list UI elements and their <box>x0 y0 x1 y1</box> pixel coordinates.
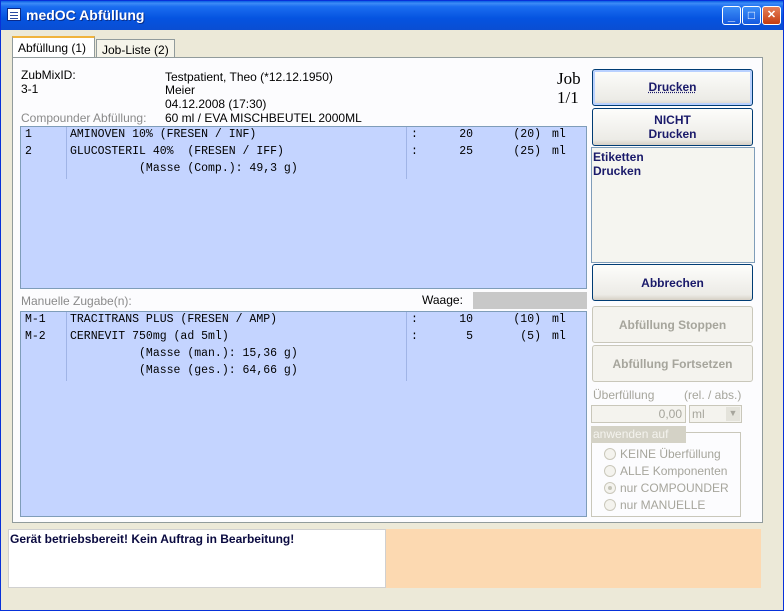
app-icon <box>7 8 21 21</box>
chevron-down-icon: ▼ <box>726 407 740 421</box>
anwenden-label: anwenden auf <box>591 426 686 443</box>
doctor-name: Meier <box>165 83 196 97</box>
window-title: medOC Abfüllung <box>26 7 145 23</box>
ueberfuellung-unit-select[interactable]: ml ▼ <box>689 405 742 423</box>
item-amount: 5 <box>466 330 473 343</box>
item-name: (Masse (Comp.): 49,3 g) <box>70 162 298 175</box>
zubmix-value: 3-1 <box>21 82 39 96</box>
drucken-label: Drucken <box>648 80 697 94</box>
radio-compounder[interactable] <box>604 482 616 494</box>
nicht-drucken-label: Drucken <box>648 127 697 141</box>
compounder-value: 60 ml / EVA MISCHBEUTEL 2000ML <box>165 111 362 125</box>
radio-manuelle-label: nur MANUELLE <box>620 498 706 512</box>
compounder-list[interactable]: 1 AMINOVEN 10% (FRESEN / INF) : 20 (20) … <box>20 126 587 289</box>
item-sep: : <box>411 128 418 141</box>
item-sep: : <box>411 330 418 343</box>
item-pos: 1 <box>25 128 32 141</box>
etiketten-label: Etiketten <box>593 150 644 164</box>
item-amount: 10 <box>459 313 473 326</box>
status-message-box: Gerät betriebsbereit! Kein Auftrag in Be… <box>8 529 386 588</box>
item-target: (20) <box>513 128 541 141</box>
tab-abfuellung[interactable]: Abfüllung (1) <box>12 36 95 58</box>
tab-job-liste[interactable]: Job-Liste (2) <box>96 39 175 59</box>
drucken-button[interactable]: Drucken <box>592 69 753 106</box>
abbrechen-label: Abbrechen <box>641 276 704 290</box>
fortsetzen-button[interactable]: Abfüllung Fortsetzen <box>592 345 753 382</box>
job-label: Job <box>557 69 581 88</box>
radio-keine[interactable] <box>604 448 616 460</box>
item-amount: 25 <box>459 145 473 158</box>
item-unit: ml <box>552 145 566 158</box>
item-amount: 20 <box>459 128 473 141</box>
radio-alle[interactable] <box>604 465 616 477</box>
item-unit: ml <box>552 128 566 141</box>
item-target: (25) <box>513 145 541 158</box>
item-pos: M-1 <box>25 313 46 326</box>
item-name: CERNEVIT 750mg (ad 5ml) <box>70 330 229 343</box>
waage-label: Waage: <box>422 293 463 307</box>
title-bar[interactable]: medOC Abfüllung _ □ ✕ <box>1 1 783 30</box>
status-indicator-panel <box>386 529 761 588</box>
status-message: Gerät betriebsbereit! Kein Auftrag in Be… <box>10 532 295 546</box>
application-window: medOC Abfüllung _ □ ✕ Abfüllung (1) Job-… <box>0 0 784 611</box>
etiketten-drucken-label: Drucken <box>593 164 642 178</box>
waage-display <box>473 292 587 309</box>
manual-label: Manuelle Zugabe(n): <box>21 294 132 308</box>
maximize-button[interactable]: □ <box>742 6 761 25</box>
item-sep: : <box>411 145 418 158</box>
fortsetzen-label: Abfüllung Fortsetzen <box>612 357 733 371</box>
radio-keine-label: KEINE Überfüllung <box>620 447 721 461</box>
nicht-drucken-button[interactable]: NICHT Drucken <box>592 108 753 146</box>
manual-list[interactable]: M-1 TRACITRANS PLUS (FRESEN / AMP) : 10 … <box>20 311 587 517</box>
stoppen-label: Abfüllung Stoppen <box>618 318 727 332</box>
ueberfuellung-label: Überfüllung <box>593 388 655 402</box>
item-unit: ml <box>552 330 566 343</box>
item-unit: ml <box>552 313 566 326</box>
abbrechen-button[interactable]: Abbrechen <box>592 264 753 301</box>
unit-value: ml <box>692 407 705 421</box>
compounder-label: Compounder Abfüllung: <box>21 111 147 125</box>
order-datetime: 04.12.2008 (17:30) <box>165 97 267 111</box>
item-name: TRACITRANS PLUS (FRESEN / AMP) <box>70 313 278 326</box>
stoppen-button[interactable]: Abfüllung Stoppen <box>592 306 753 343</box>
ueberfuellung-value-input[interactable]: 0,00 <box>591 405 686 423</box>
nicht-label: NICHT <box>654 113 691 127</box>
item-name: GLUCOSTERIL 40% (FRESEN / IFF) <box>70 145 284 158</box>
zubmix-label: ZubMixID: <box>21 68 76 82</box>
etiketten-info-box: Etiketten Drucken <box>591 147 755 263</box>
close-button[interactable]: ✕ <box>762 6 781 25</box>
item-name: AMINOVEN 10% (FRESEN / INF) <box>70 128 257 141</box>
radio-alle-label: ALLE Komponenten <box>620 464 728 478</box>
item-sep: : <box>411 313 418 326</box>
ueberfuellung-mode-label: (rel. / abs.) <box>684 388 742 402</box>
item-pos: M-2 <box>25 330 46 343</box>
patient-name: Testpatient, Theo (*12.12.1950) <box>165 70 333 84</box>
item-name: (Masse (man.): 15,36 g) <box>70 347 298 360</box>
job-count: 1/1 <box>557 88 579 107</box>
radio-compounder-label: nur COMPOUNDER <box>620 481 729 495</box>
item-target: (10) <box>513 313 541 326</box>
item-name: (Masse (ges.): 64,66 g) <box>70 364 298 377</box>
radio-manuelle[interactable] <box>604 499 616 511</box>
item-pos: 2 <box>25 145 32 158</box>
item-target: (5) <box>520 330 541 343</box>
minimize-button[interactable]: _ <box>722 6 741 25</box>
